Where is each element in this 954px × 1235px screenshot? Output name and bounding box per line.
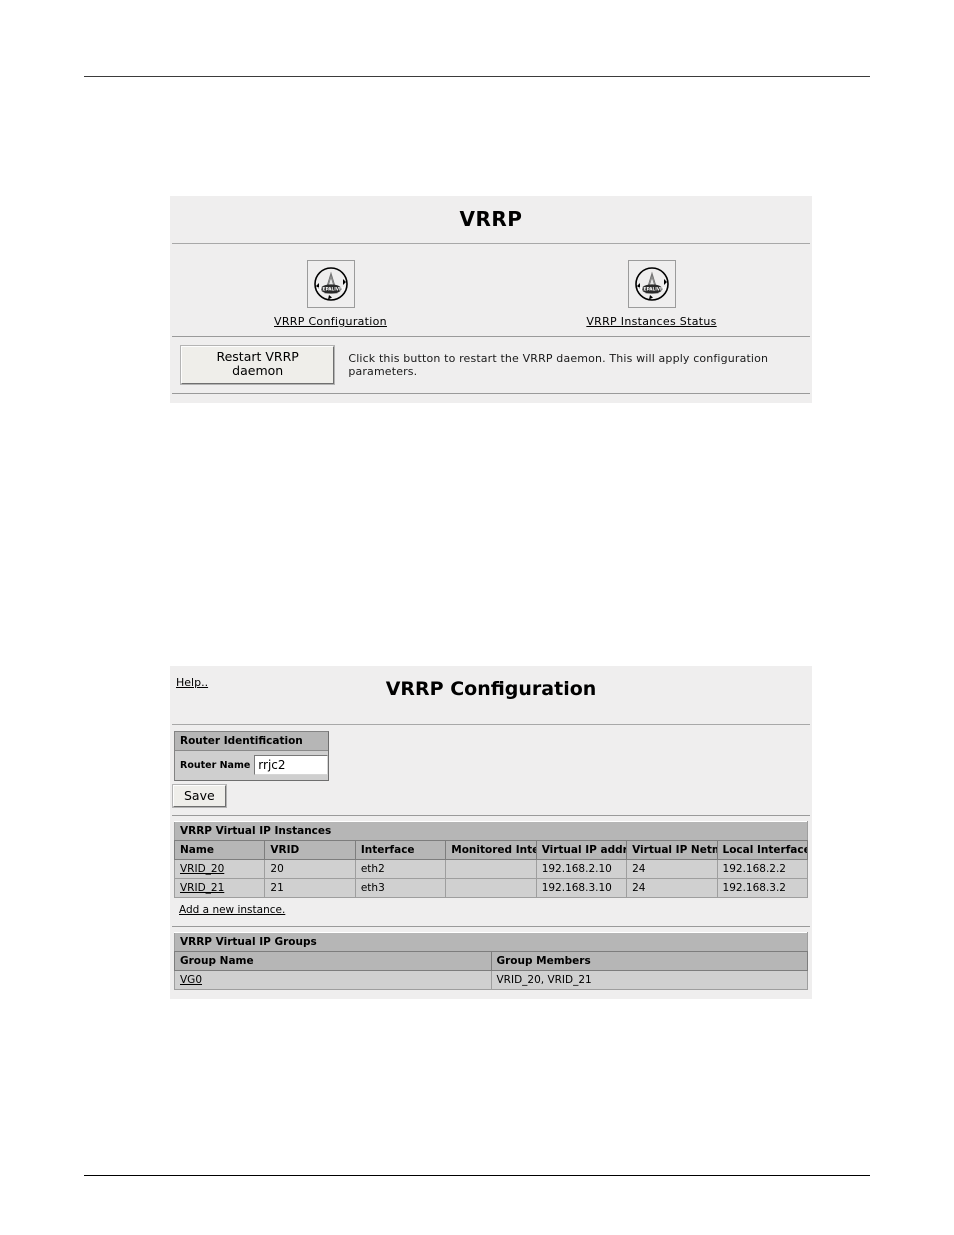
restart-vrrp-daemon-button[interactable]: Restart VRRP daemon (181, 346, 335, 384)
instance-virtual-ip-netmask-cell: 24 (626, 859, 718, 879)
col-name: Name (173, 840, 266, 860)
col-group-members: Group Members (490, 951, 808, 971)
table-row: VRID_21 21 eth3 192.168.3.10 24 192.168.… (173, 878, 809, 898)
col-group-name: Group Name (174, 951, 492, 971)
vrrp-configuration-title: VRRP Configuration (385, 678, 597, 700)
group-name-cell[interactable]: VG0 (174, 970, 492, 990)
table-gap (170, 917, 812, 926)
instances-table-caption: VRRP Virtual IP Instances (174, 821, 808, 841)
keepalived-icon[interactable]: KEEPALIVED (627, 260, 676, 308)
instance-name-link[interactable]: VRID_20 (180, 863, 224, 875)
router-name-input[interactable] (254, 755, 329, 775)
save-button[interactable]: Save (173, 785, 226, 807)
instance-monitored-interface-cell (445, 878, 537, 898)
vrrp-panel-bottom-pad (170, 394, 812, 403)
router-identification-body: Router Name (175, 751, 329, 780)
instances-table-caption-row: VRRP Virtual IP Instances (174, 821, 808, 841)
groups-table-wrap: VRRP Virtual IP Groups Group Name Group … (170, 927, 812, 990)
instance-virtual-ip-netmask-cell: 24 (626, 878, 718, 898)
groups-table-header-row: Group Name Group Members (174, 951, 808, 971)
instances-table-header-row: Name VRID Interface Monitored Interface … (173, 840, 809, 860)
vrrp-icon-links-row: KEEPALIVED VRRP Configuration KEEPALIVED (170, 244, 812, 336)
page-header-rule (84, 76, 870, 77)
instance-name-cell[interactable]: VRID_21 (173, 878, 266, 898)
restart-daemon-help-text: Click this button to restart the VRRP da… (348, 351, 769, 378)
vrrp-configuration-header: Help.. VRRP Configuration (170, 666, 812, 724)
keepalived-icon[interactable]: KEEPALIVED (306, 260, 355, 308)
restart-daemon-row: Restart VRRP daemon Click this button to… (170, 337, 812, 393)
col-vrid: VRID (264, 840, 356, 860)
config-panel-bottom-pad (170, 990, 812, 999)
instances-table-wrap: VRRP Virtual IP Instances Name VRID Inte… (170, 816, 812, 917)
vrrp-configuration-link-cell[interactable]: KEEPALIVED VRRP Configuration (170, 260, 491, 328)
router-identification-section-label: Router Identification (175, 732, 328, 751)
groups-table-caption: VRRP Virtual IP Groups (174, 932, 808, 952)
instance-name-cell[interactable]: VRID_20 (173, 859, 266, 879)
vrrp-instances-status-link-cell[interactable]: KEEPALIVED VRRP Instances Status (491, 260, 812, 328)
col-local-interface-ip: Local Interface IP (716, 840, 809, 860)
col-virtual-ip-netmask: Virtual IP Netmask (626, 840, 718, 860)
instance-local-interface-ip-cell: 192.168.3.2 (716, 878, 809, 898)
vrrp-virtual-ip-instances-table: VRRP Virtual IP Instances Name VRID Inte… (173, 821, 809, 898)
vrrp-virtual-ip-groups-table: VRRP Virtual IP Groups Group Name Group … (174, 932, 808, 990)
table-row: VRID_20 20 eth2 192.168.2.10 24 192.168.… (173, 859, 809, 879)
instance-vrid-cell: 20 (264, 859, 356, 879)
instance-monitored-interface-cell (445, 859, 537, 879)
router-identification-box: Router Identification Router Name (174, 731, 329, 781)
vrrp-instances-status-link-label[interactable]: VRRP Instances Status (586, 315, 716, 328)
instance-name-link[interactable]: VRID_21 (180, 882, 224, 894)
svg-text:KEEPALIVED: KEEPALIVED (316, 287, 345, 292)
instance-interface-cell: eth2 (354, 859, 447, 879)
vrrp-panel-title-bar: VRRP (170, 196, 812, 243)
group-members-cell: VRID_20, VRID_21 (490, 970, 808, 990)
save-row: Save (170, 781, 812, 815)
col-monitored-interface: Monitored Interface (445, 840, 537, 860)
add-new-instance-link[interactable]: Add a new instance. (179, 904, 285, 916)
instance-vrid-cell: 21 (264, 878, 356, 898)
instance-virtual-ip-address-cell: 192.168.2.10 (535, 859, 628, 879)
table-row: VG0 VRID_20, VRID_21 (174, 970, 808, 990)
vrrp-configuration-panel: Help.. VRRP Configuration Router Identif… (170, 666, 812, 999)
page-footer-rule (84, 1175, 870, 1176)
instance-virtual-ip-address-cell: 192.168.3.10 (535, 878, 628, 898)
instance-local-interface-ip-cell: 192.168.2.2 (716, 859, 809, 879)
group-name-link[interactable]: VG0 (180, 974, 202, 986)
vrrp-configuration-link-label[interactable]: VRRP Configuration (274, 315, 387, 328)
vrrp-panel: VRRP KEEPALIVED VRRP Configuration KEEPA… (170, 196, 812, 403)
svg-text:KEEPALIVED: KEEPALIVED (637, 287, 666, 292)
col-interface: Interface (354, 840, 447, 860)
router-identification-zone: Router Identification Router Name (170, 725, 812, 781)
groups-table-caption-row: VRRP Virtual IP Groups (174, 932, 808, 952)
instance-interface-cell: eth3 (354, 878, 447, 898)
router-name-label: Router Name (180, 759, 251, 771)
page-title: VRRP (459, 207, 523, 231)
col-virtual-ip-address: Virtual IP address (535, 840, 628, 860)
